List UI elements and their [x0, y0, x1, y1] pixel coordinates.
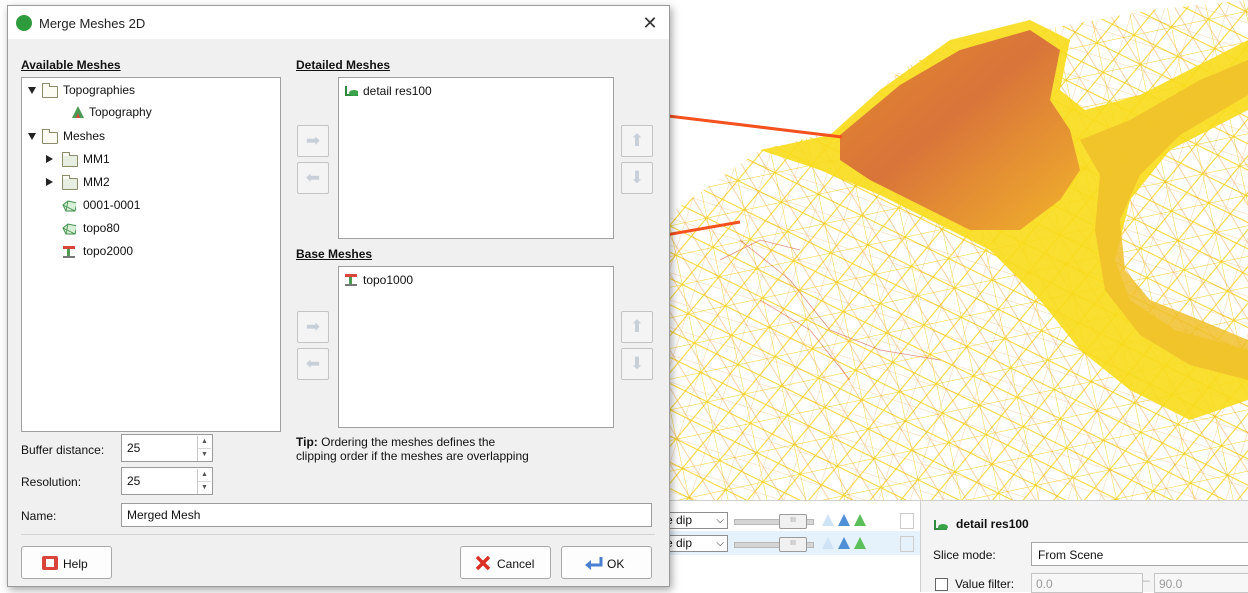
spin-up-icon[interactable]: ▲	[197, 469, 211, 481]
spin-down-icon[interactable]: ▼	[197, 448, 211, 461]
ok-enter-icon	[585, 557, 603, 570]
resolution-label: Resolution:	[21, 475, 82, 489]
grid-mesh-icon	[63, 246, 75, 258]
spin-up-icon[interactable]: ▲	[197, 436, 211, 448]
tip-line1: Ordering the meshes defines the	[317, 435, 496, 449]
base-mesh-item[interactable]: topo1000	[363, 271, 413, 289]
folder-icon	[42, 83, 58, 98]
resolution-spinbox[interactable]: 25 ▲ ▼	[121, 467, 213, 495]
shading-icons-2[interactable]	[820, 535, 875, 551]
cancel-x-icon	[475, 555, 491, 571]
collapsed-triangle-icon[interactable]	[46, 178, 53, 186]
layer-list-panel: e dip ⌵ III e dip ⌵ III	[662, 500, 920, 592]
arrow-right-icon: ➡	[305, 131, 321, 150]
tree-item-topo2000[interactable]: topo2000	[83, 242, 133, 260]
mesh-icon	[933, 517, 948, 531]
cancel-button[interactable]: Cancel	[460, 546, 551, 579]
chevron-down-icon: ⌵	[716, 538, 724, 549]
topography-icon	[72, 106, 84, 118]
value-filter-label: Value filter:	[955, 577, 1015, 591]
slice-mode-label: Slice mode:	[933, 548, 996, 562]
add-detailed-button[interactable]: ➡	[297, 125, 329, 157]
detailed-meshes-header: Detailed Meshes	[296, 58, 391, 72]
tree-item-topography[interactable]: Topography	[89, 103, 152, 121]
dip-mode-select-1[interactable]: e dip ⌵	[662, 512, 728, 529]
base-meshes-list[interactable]: topo1000	[338, 266, 614, 428]
base-meshes-header: Base Meshes	[296, 247, 373, 261]
folder-icon	[42, 129, 58, 144]
tree-item-meshes[interactable]: Meshes	[63, 127, 105, 145]
remove-detailed-button[interactable]: ⬅	[297, 162, 329, 194]
close-button[interactable]: ✕	[638, 11, 662, 35]
resolution-value: 25	[127, 474, 141, 488]
available-meshes-header: Available Meshes	[21, 58, 121, 72]
app-logo-icon	[16, 15, 32, 31]
help-lifebuoy-icon	[42, 556, 58, 570]
value-filter-min[interactable]: 0.0	[1031, 573, 1143, 593]
mesh-surface-icon	[62, 223, 76, 235]
move-down-base-button[interactable]: ⬇	[621, 348, 653, 380]
grid-mesh-icon	[345, 274, 357, 286]
tree-item-mm2[interactable]: MM2	[83, 173, 110, 191]
detailed-mesh-item[interactable]: detail res100	[363, 82, 432, 100]
available-meshes-tree[interactable]: Topographies Topography Meshes MM1 MM2 0…	[21, 77, 281, 432]
help-button[interactable]: Help	[21, 546, 112, 579]
shading-icons-1[interactable]	[820, 512, 875, 528]
ok-button[interactable]: OK	[561, 546, 652, 579]
arrow-down-icon: ⬇	[629, 168, 645, 187]
collapsed-triangle-icon[interactable]	[46, 155, 53, 163]
tree-item-0001-0001[interactable]: 0001-0001	[83, 196, 140, 214]
arrow-left-icon: ⬅	[305, 168, 321, 187]
help-label: Help	[63, 557, 88, 571]
properties-panel: detail res100 Slice mode: From Scene Val…	[920, 500, 1248, 593]
spin-down-icon[interactable]: ▼	[197, 481, 211, 494]
expand-triangle-icon[interactable]	[28, 87, 36, 94]
object-name: detail res100	[956, 517, 1029, 531]
chevron-down-icon: ⌵	[716, 515, 724, 526]
detailed-meshes-list[interactable]: detail res100	[338, 77, 614, 239]
arrow-left-icon: ⬅	[305, 354, 321, 373]
buffer-distance-spinbox[interactable]: 25 ▲ ▼	[121, 434, 213, 462]
dialog-title: Merge Meshes 2D	[39, 16, 146, 31]
properties-icon[interactable]	[900, 513, 914, 529]
slider-thumb-2[interactable]: III	[779, 537, 807, 552]
arrow-down-icon: ⬇	[629, 354, 645, 373]
properties-icon[interactable]	[900, 536, 914, 552]
remove-base-button[interactable]: ⬅	[297, 348, 329, 380]
separator	[21, 534, 655, 535]
arrow-right-icon: ➡	[305, 317, 321, 336]
slider-thumb-1[interactable]: III	[779, 514, 807, 529]
arrow-up-icon: ⬆	[629, 317, 645, 336]
tip-label: Tip:	[296, 435, 318, 449]
arrow-up-icon: ⬆	[629, 131, 645, 150]
tip-text: Tip: Ordering the meshes defines the cli…	[296, 435, 529, 463]
mesh-folder-icon	[62, 175, 78, 190]
slice-mode-select[interactable]: From Scene	[1031, 542, 1248, 566]
range-dash: –	[1143, 573, 1150, 587]
dip-mode-select-2[interactable]: e dip ⌵	[662, 535, 728, 552]
buffer-distance-label: Buffer distance:	[21, 443, 105, 457]
tree-item-topo80[interactable]: topo80	[83, 219, 120, 237]
title-bar[interactable]: Merge Meshes 2D ✕	[8, 6, 669, 39]
mesh-folder-icon	[62, 152, 78, 167]
ok-label: OK	[607, 557, 625, 571]
name-input[interactable]: Merged Mesh	[121, 503, 652, 527]
expand-triangle-icon[interactable]	[28, 133, 36, 140]
move-up-detailed-button[interactable]: ⬆	[621, 125, 653, 157]
add-base-button[interactable]: ➡	[297, 311, 329, 343]
merge-meshes-dialog: Merge Meshes 2D ✕ Available Meshes Topog…	[7, 5, 670, 587]
name-label: Name:	[21, 509, 57, 523]
value-filter-checkbox[interactable]	[935, 578, 948, 591]
mesh-icon	[345, 86, 358, 96]
value-filter-max[interactable]: 90.0	[1154, 573, 1248, 593]
tip-line2: clipping order if the meshes are overlap…	[296, 449, 529, 463]
buffer-distance-value: 25	[127, 441, 141, 455]
cancel-label: Cancel	[497, 557, 535, 571]
mesh-surface-icon	[62, 200, 76, 212]
move-down-detailed-button[interactable]: ⬇	[621, 162, 653, 194]
tree-item-mm1[interactable]: MM1	[83, 150, 110, 168]
move-up-base-button[interactable]: ⬆	[621, 311, 653, 343]
tree-item-topographies[interactable]: Topographies	[63, 81, 135, 99]
